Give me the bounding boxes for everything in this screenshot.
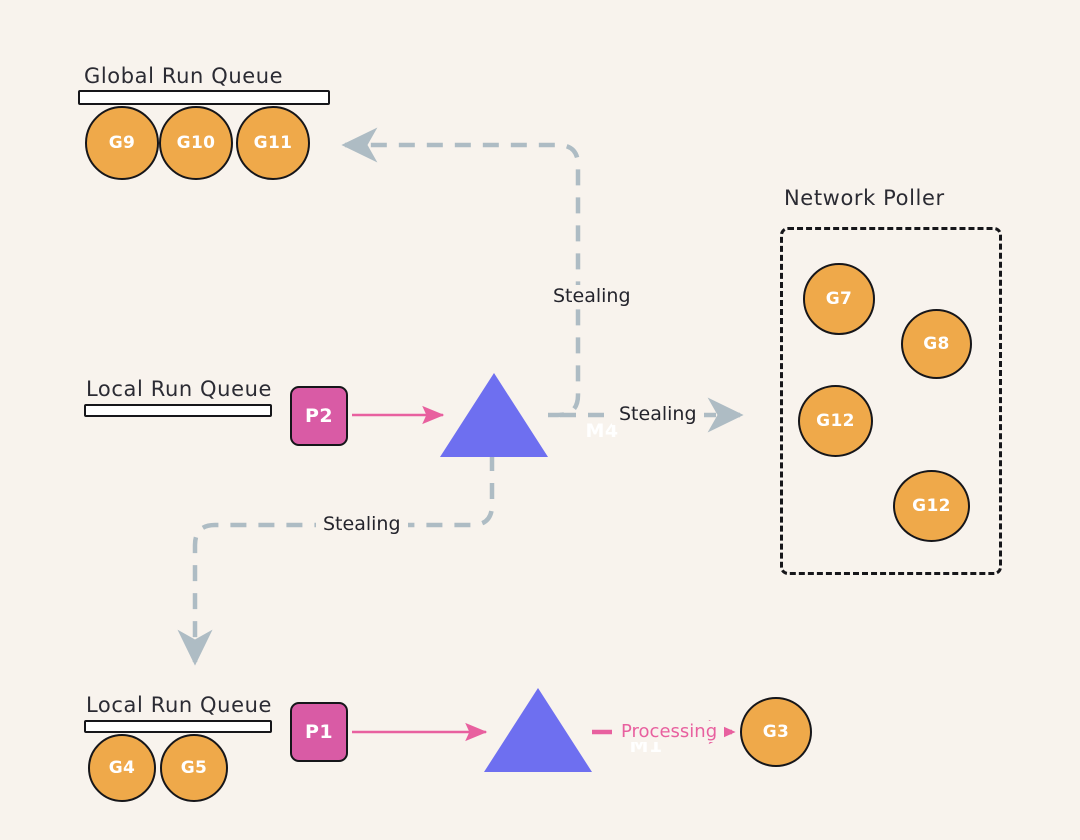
dispatch-edges-layer: G3 : left stub --> G3 : arrow segment --… [352, 405, 736, 745]
stealing-label-network-poller: Stealing [612, 403, 704, 425]
stealing-label-global-queue: Stealing [546, 285, 638, 307]
diagram-canvas: G3 : left stub --> G3 : arrow segment --… [0, 0, 1080, 840]
processing-label: Processing [614, 721, 725, 742]
stealing-label-local-queue: Stealing [316, 513, 408, 535]
